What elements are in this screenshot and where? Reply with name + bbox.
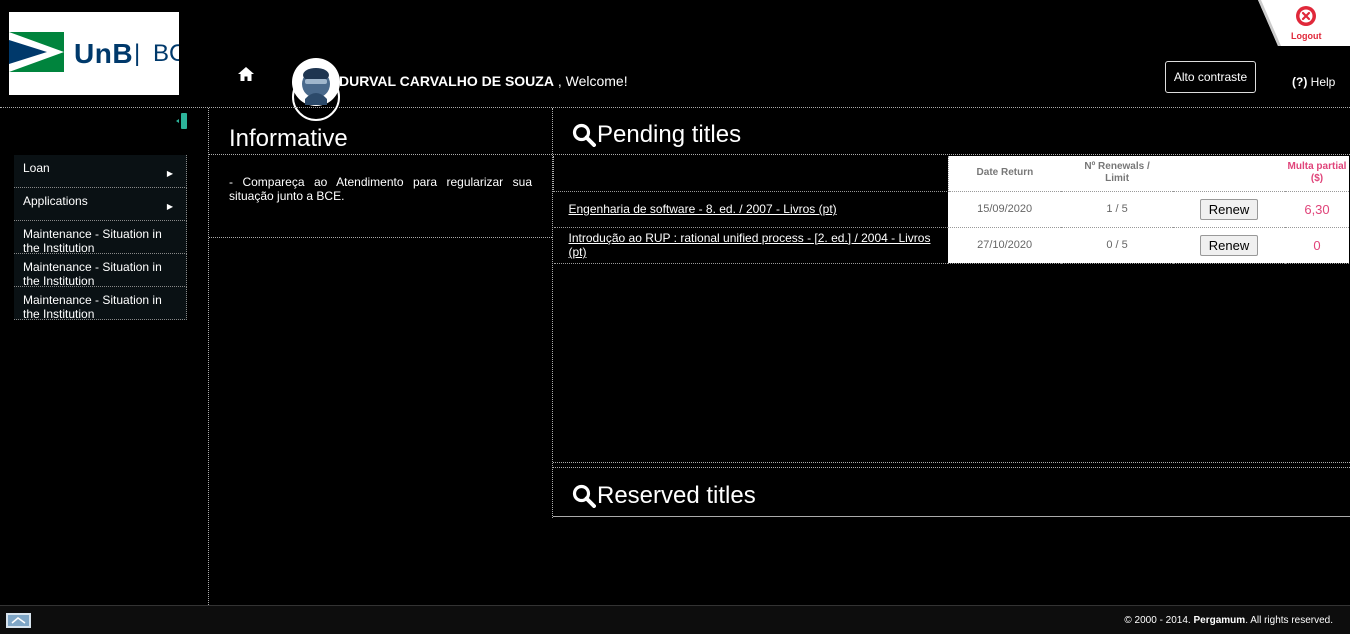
welcome-message: DURVAL CARVALHO DE SOUZA , Welcome! [339,73,628,89]
pending-section-bottom [553,462,1350,463]
logo-bce-text: BC [153,40,179,67]
renew-button[interactable]: Renew [1200,234,1259,256]
sidebar-item-loan[interactable]: Loan ▶ [14,155,187,188]
table-row: Introdução ao RUP : rational unified pro… [553,227,1349,264]
title-link[interactable]: Engenharia de software - 8. ed. / 2007 -… [569,202,837,216]
sidebar-item-maintenance[interactable]: Maintenance - Situation in the Instituti… [14,287,187,320]
title-cell: Introdução ao RUP : rational unified pro… [553,227,949,264]
reserved-titles-label: Reserved titles [597,482,756,509]
sidebar-divider [208,108,209,605]
renewals-cell: 1 / 5 [1061,191,1174,228]
informative-divider [209,154,552,155]
unb-flag-icon [9,32,64,72]
copyright-text: © 2000 - 2014. Pergamum. All rights rese… [1124,615,1333,626]
column-header-multa: Multa partial ($) [1285,156,1349,192]
sidebar-item-label: Loan [23,161,50,175]
arrow-right-icon: ▶ [166,169,173,178]
sidebar-menu: Loan ▶ Applications ▶ Maintenance - Situ… [14,155,187,320]
help-link[interactable]: (?) Help [1292,75,1335,89]
search-icon [572,484,596,508]
sidebar-item-maintenance[interactable]: Maintenance - Situation in the Instituti… [14,221,187,254]
column-header-renewals: Nº Renewals / Limit [1061,156,1174,192]
sidebar-item-label: Maintenance - Situation in the Instituti… [23,293,162,320]
home-icon[interactable] [238,67,254,81]
logout-label: Logout [1291,31,1322,41]
copyright-suffix: . All rights reserved. [1245,615,1333,626]
reserved-section-top [553,467,1350,468]
sidebar-item-label: Applications [23,194,88,208]
welcome-text: , Welcome! [553,73,628,89]
help-icon: (?) [1292,75,1308,89]
help-label: Help [1307,75,1336,89]
copyright-prefix: © 2000 - 2014. [1124,615,1194,626]
informative-divider [209,237,552,238]
renewals-cell: 0 / 5 [1061,227,1174,264]
multa-cell: 6,30 [1285,191,1349,228]
informative-title: Informative [229,125,348,152]
table-header-row: Date Return Nº Renewals / Limit Multa pa… [553,156,1349,192]
pending-titles-table: Date Return Nº Renewals / Limit Multa pa… [553,156,1349,264]
high-contrast-button[interactable]: Alto contraste [1165,61,1256,93]
logo-separator: | [134,40,141,67]
pending-titles-heading: Pending titles [572,121,741,149]
date-return-cell: 27/10/2020 [948,227,1062,264]
pending-titles-label: Pending titles [597,121,742,148]
sidebar-item-label: Maintenance - Situation in the Instituti… [23,227,162,254]
arrow-right-icon: ▶ [166,202,173,211]
multa-cell: 0 [1285,227,1349,264]
close-circle-icon [1296,6,1316,26]
footer: © 2000 - 2014. Pergamum. All rights rese… [0,605,1350,634]
sidebar-item-label: Maintenance - Situation in the Instituti… [23,260,162,287]
logo-unb-text: UnB [74,38,134,69]
logout-button[interactable]: Logout [1258,0,1350,46]
sidebar-item-maintenance[interactable]: Maintenance - Situation in the Instituti… [14,254,187,287]
sidebar-collapse-icon[interactable] [176,113,188,129]
table-row: Engenharia de software - 8. ed. / 2007 -… [553,191,1349,228]
renew-cell: Renew [1173,227,1285,264]
user-name: DURVAL CARVALHO DE SOUZA [339,73,554,89]
pending-divider [553,154,1350,155]
reserved-divider [553,516,1350,517]
search-icon [572,123,596,147]
informative-text: - Compareça ao Atendimento para regulari… [229,175,532,203]
title-cell: Engenharia de software - 8. ed. / 2007 -… [553,191,949,228]
column-header-title [553,156,949,192]
header-divider [0,107,1350,108]
title-link[interactable]: Introdução ao RUP : rational unified pro… [569,231,931,259]
column-header-date-return: Date Return [948,156,1062,192]
renew-cell: Renew [1173,191,1285,228]
user-avatar-icon [292,58,340,121]
column-header-renew [1173,156,1285,192]
date-return-cell: 15/09/2020 [948,191,1062,228]
brand-name: Pergamum [1193,615,1246,626]
accessibility-icon[interactable] [6,613,31,628]
sidebar-item-applications[interactable]: Applications ▶ [14,188,187,221]
unb-bce-logo: UnB | BC [9,12,179,95]
renew-button[interactable]: Renew [1200,198,1259,220]
reserved-titles-heading: Reserved titles [572,482,756,510]
